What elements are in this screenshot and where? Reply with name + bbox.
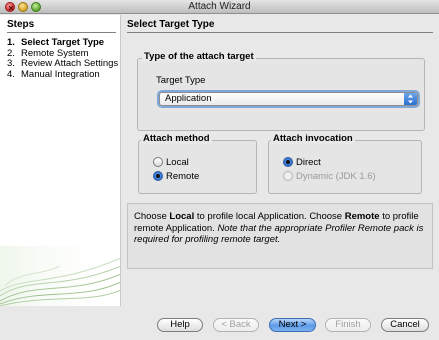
radio-button-checked[interactable] bbox=[153, 171, 163, 181]
help-button[interactable]: Help bbox=[157, 318, 203, 332]
target-type-label: Target Type bbox=[156, 75, 206, 86]
main-panel: Select Target Type Type of the attach ta… bbox=[122, 15, 439, 306]
steps-panel: Steps 1. Select Target Type 2. Remote Syst… bbox=[0, 15, 121, 306]
button-bar: Help < Back Next > Finish Cancel bbox=[0, 306, 439, 340]
remote-radio[interactable]: Remote bbox=[153, 171, 199, 182]
page-title: Select Target Type bbox=[127, 19, 215, 30]
cancel-button[interactable]: Cancel bbox=[381, 318, 429, 332]
select-arrows-icon bbox=[404, 93, 417, 105]
target-type-selected-value: Application bbox=[165, 93, 212, 104]
finish-button: Finish bbox=[325, 318, 371, 332]
step-item: 4. Manual Integration bbox=[7, 68, 100, 80]
info-text-box: Choose Local to profile local Applicatio… bbox=[127, 203, 433, 269]
title-divider bbox=[127, 32, 433, 33]
radio-button-unchecked[interactable] bbox=[153, 157, 163, 167]
steps-title: Steps bbox=[7, 19, 35, 30]
target-type-select[interactable]: Application bbox=[159, 92, 418, 106]
radio-button-disabled bbox=[283, 171, 293, 181]
window-title: Attach Wizard bbox=[188, 1, 251, 12]
attach-method-group-title: Attach method bbox=[141, 133, 212, 144]
back-button: < Back bbox=[213, 318, 259, 332]
local-radio[interactable]: Local bbox=[153, 157, 189, 168]
attach-invocation-group-title: Attach invocation bbox=[271, 133, 355, 144]
title-bar: Attach Wizard bbox=[0, 0, 439, 14]
next-button[interactable]: Next > bbox=[269, 318, 316, 332]
dynamic-radio: Dynamic (JDK 1.6) bbox=[283, 171, 376, 182]
decorative-swirl-graphic bbox=[0, 246, 120, 306]
steps-list: 1. Select Target Type 2. Remote System 3. R… bbox=[7, 37, 118, 80]
steps-divider bbox=[7, 32, 116, 33]
direct-radio[interactable]: Direct bbox=[283, 157, 321, 168]
radio-button-checked[interactable] bbox=[283, 157, 293, 167]
target-type-group-title: Type of the attach target bbox=[142, 51, 256, 62]
